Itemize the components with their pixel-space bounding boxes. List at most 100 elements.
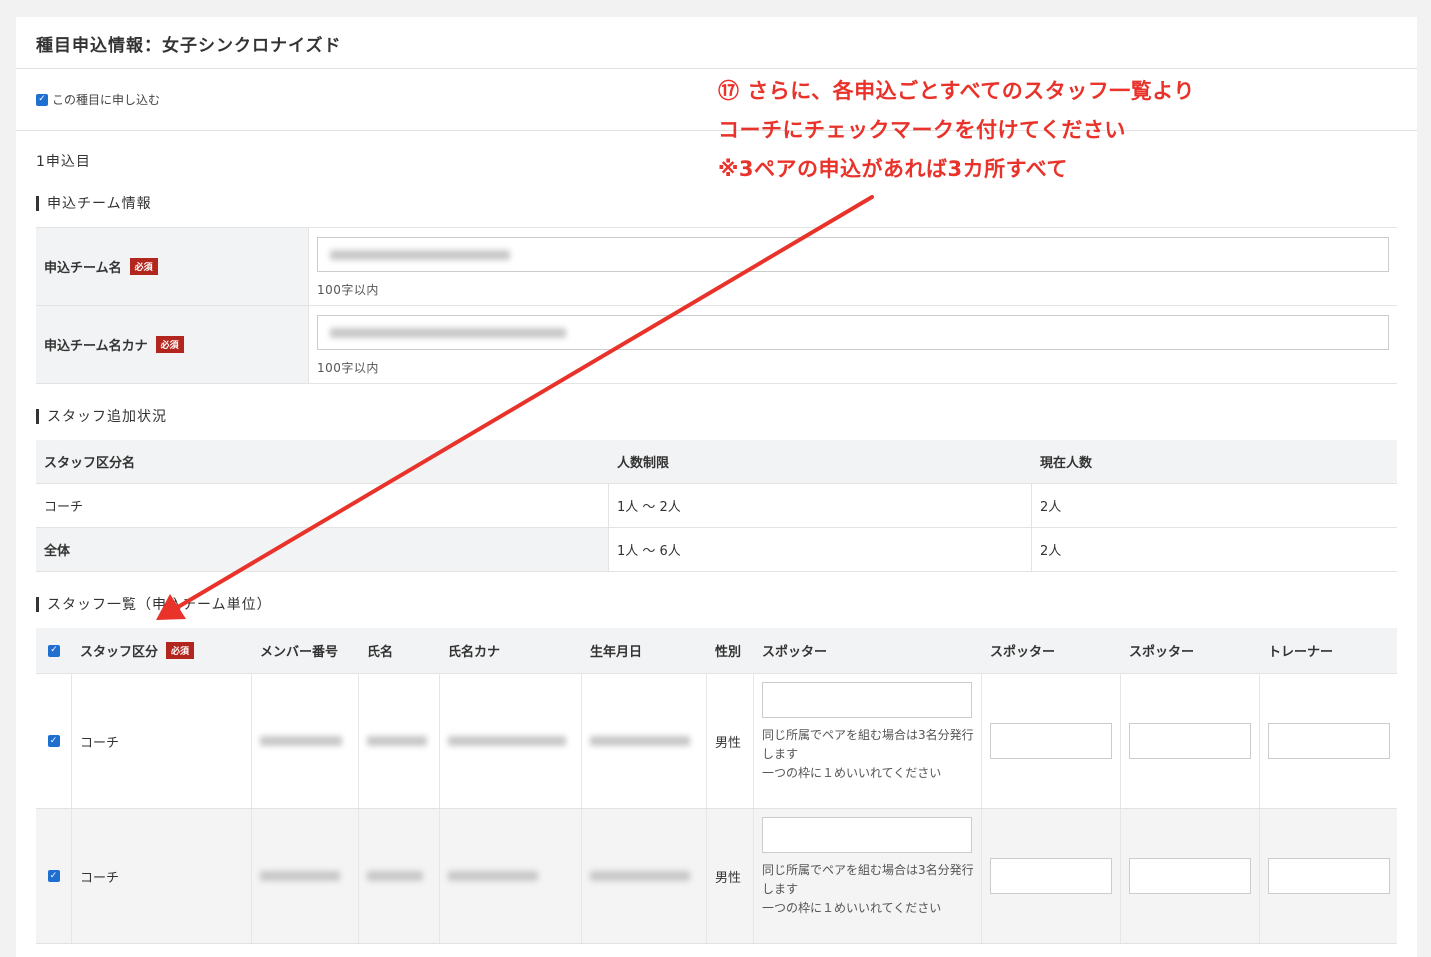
team-name-input[interactable]	[317, 237, 1389, 272]
annotation-line-2: コーチにチェックマークを付けてください	[718, 118, 1126, 142]
team-name-label-cell: 申込チーム名 必須	[36, 228, 309, 305]
row-gender: 男性	[707, 809, 754, 943]
row-spotter-1: 同じ所属でペアを組む場合は3名分発行します 一つの枠に１めいいれてください	[754, 674, 982, 808]
row-trainer	[1260, 809, 1397, 943]
row-member-no	[252, 809, 359, 943]
content: 1申込目 申込チーム情報 申込チーム名 必須 100字以内 申込チーム名カナ 必…	[16, 151, 1417, 944]
team-kana-hint: 100字以内	[317, 361, 379, 375]
blurred-value	[448, 871, 538, 881]
blurred-value	[260, 736, 342, 746]
apply-label: この種目に申し込む	[52, 93, 161, 107]
status-header-name: スタッフ区分名	[44, 456, 136, 471]
team-section-heading-text: 申込チーム情報	[47, 196, 152, 212]
header-gender: 性別	[715, 645, 742, 660]
status-header-limit: 人数制限	[617, 456, 670, 471]
row-category: コーチ	[72, 674, 252, 808]
apply-row: ✓ この種目に申し込む	[16, 69, 1417, 131]
required-badge: 必須	[166, 642, 195, 659]
select-all-checkbox[interactable]: ✓	[48, 644, 60, 657]
row-category: コーチ	[72, 809, 252, 943]
status-limit: 1人 〜 2人	[609, 484, 1032, 527]
header-category-text: スタッフ区分	[80, 645, 159, 660]
spotter-2-input[interactable]	[990, 858, 1112, 894]
spotter-2-input[interactable]	[990, 723, 1112, 759]
team-kana-label-cell: 申込チーム名カナ 必須	[36, 306, 309, 383]
annotation-callout: ⑰ さらに、各申込ごとすべてのスタッフ一覧より コーチにチェックマークを付けてく…	[718, 72, 1195, 189]
row-trainer	[1260, 674, 1397, 808]
status-header-current: 現在人数	[1040, 456, 1093, 471]
row-spotter-2	[982, 674, 1121, 808]
status-limit: 1人 〜 6人	[609, 528, 1032, 571]
staff-row: ✓ コーチ 男性 同じ所属でペアを組む場合は3名分発行します 一つの枠に１めいい…	[36, 674, 1397, 809]
status-name: 全体	[36, 528, 609, 571]
blurred-value	[367, 736, 427, 746]
spotter-3-input[interactable]	[1129, 723, 1251, 759]
trainer-input[interactable]	[1268, 723, 1390, 759]
row-name-kana	[440, 809, 582, 943]
spotter-note: 同じ所属でペアを組む場合は3名分発行します 一つの枠に１めいいれてください	[762, 863, 974, 915]
blurred-value	[260, 871, 340, 881]
status-row-coach: コーチ 1人 〜 2人 2人	[36, 484, 1397, 528]
required-badge: 必須	[155, 336, 184, 353]
select-all-cell: ✓	[36, 628, 72, 673]
header-spotter-3: スポッター	[1129, 645, 1195, 660]
status-row-total: 全体 1人 〜 6人 2人	[36, 528, 1397, 572]
team-table: 申込チーム名 必須 100字以内 申込チーム名カナ 必須 100字以内	[36, 227, 1397, 384]
blurred-value	[590, 871, 690, 881]
row-spotter-3	[1121, 674, 1260, 808]
header-category: スタッフ区分 必須	[72, 628, 252, 673]
spotter-3-input[interactable]	[1129, 858, 1251, 894]
staff-list-heading: スタッフ一覧（申込チーム単位）	[36, 594, 1397, 614]
staff-row: ✓ コーチ 男性 同じ所属でペアを組む場合は3名分発行します 一つの枠に１めいい…	[36, 809, 1397, 944]
blurred-value	[330, 327, 566, 338]
row-spotter-3	[1121, 809, 1260, 943]
status-name: コーチ	[36, 484, 609, 527]
annotation-line-1: ⑰ さらに、各申込ごとすべてのスタッフ一覧より	[718, 79, 1195, 103]
spotter-note: 同じ所属でペアを組む場合は3名分発行します 一つの枠に１めいいれてください	[762, 728, 974, 780]
entry-panel: 種目申込情報：女子シンクロナイズド ✓ この種目に申し込む 1申込目 申込チーム…	[16, 17, 1417, 957]
row-name	[359, 809, 440, 943]
team-kana-row: 申込チーム名カナ 必須 100字以内	[36, 306, 1397, 384]
header-birthdate: 生年月日	[590, 645, 643, 660]
team-name-value-cell: 100字以内	[309, 228, 1397, 305]
row-checkbox[interactable]: ✓	[47, 870, 60, 882]
blurred-value	[367, 871, 423, 881]
trainer-input[interactable]	[1268, 858, 1390, 894]
row-check-cell: ✓	[36, 809, 72, 943]
status-header-row: スタッフ区分名 人数制限 現在人数	[36, 440, 1397, 484]
blurred-value	[448, 736, 566, 746]
page-title: 種目申込情報：女子シンクロナイズド	[16, 17, 1417, 69]
header-trainer: トレーナー	[1268, 645, 1334, 660]
annotation-line-3: ※3ペアの申込があれば3カ所すべて	[718, 157, 1068, 181]
team-section-heading: 申込チーム情報	[36, 193, 1397, 213]
header-name: 氏名	[367, 645, 394, 660]
row-spotter-1: 同じ所属でペアを組む場合は3名分発行します 一つの枠に１めいいれてください	[754, 809, 982, 943]
row-checkbox[interactable]: ✓	[47, 735, 60, 747]
apply-checkbox[interactable]: ✓	[36, 93, 48, 106]
staff-list-heading-text: スタッフ一覧（申込チーム単位）	[47, 597, 272, 613]
staff-status-table: スタッフ区分名 人数制限 現在人数 コーチ 1人 〜 2人 2人 全体 1人 〜…	[36, 440, 1397, 572]
status-current: 2人	[1040, 544, 1062, 559]
status-current: 2人	[1040, 500, 1062, 515]
spotter-1-input[interactable]	[762, 682, 972, 718]
required-badge: 必須	[129, 258, 158, 275]
row-member-no	[252, 674, 359, 808]
header-name-kana: 氏名カナ	[448, 645, 501, 660]
row-name-kana	[440, 674, 582, 808]
row-spotter-2	[982, 809, 1121, 943]
status-section-heading-text: スタッフ追加状況	[47, 409, 167, 425]
team-name-hint: 100字以内	[317, 283, 379, 297]
blurred-value	[330, 249, 510, 260]
row-birthdate	[582, 674, 707, 808]
team-kana-input[interactable]	[317, 315, 1389, 350]
row-birthdate	[582, 809, 707, 943]
row-name	[359, 674, 440, 808]
team-name-label: 申込チーム名	[44, 261, 122, 276]
status-section-heading: スタッフ追加状況	[36, 406, 1397, 426]
spotter-1-input[interactable]	[762, 817, 972, 853]
row-gender: 男性	[707, 674, 754, 808]
header-spotter-2: スポッター	[990, 645, 1056, 660]
blurred-value	[590, 736, 690, 746]
header-spotter-1: スポッター	[762, 645, 828, 660]
header-member-no: メンバー番号	[260, 645, 339, 660]
